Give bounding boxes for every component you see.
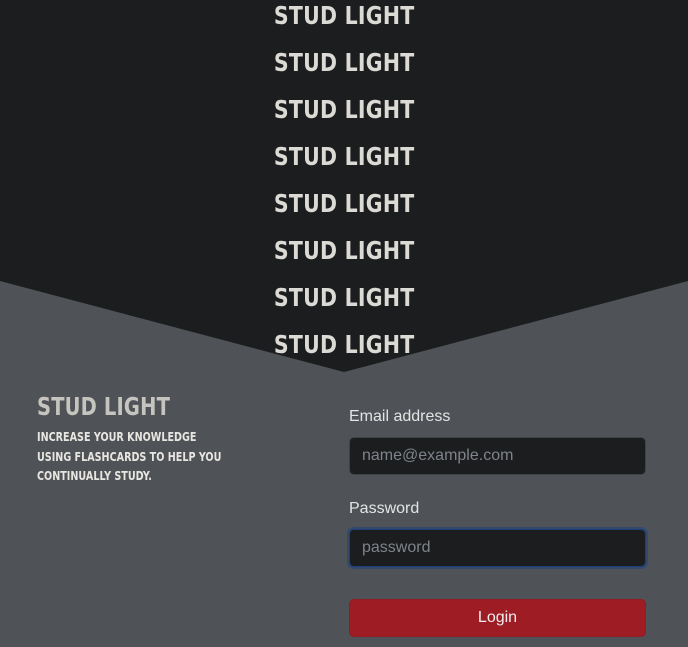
password-label: Password [349, 500, 420, 517]
hero-title-line: STUD LIGHT [273, 330, 415, 359]
brand-tagline: Increase your knowledge using flashcards… [37, 430, 222, 483]
hero-title-line: STUD LIGHT [273, 142, 415, 171]
hero-title-line: STUD LIGHT [273, 95, 415, 124]
hero-title-line: STUD LIGHT [273, 236, 415, 265]
hero-title-line: STUD LIGHT [273, 189, 415, 218]
brand-title: STUD LIGHT [37, 392, 171, 421]
email-label: Email address [349, 408, 451, 425]
email-field[interactable] [349, 437, 646, 475]
login-button[interactable]: Login [349, 599, 646, 637]
hero-banner: STUD LIGHT STUD LIGHT STUD LIGHT STUD LI… [0, 0, 688, 372]
brand-panel: STUD LIGHT Increase your knowledge using… [37, 392, 267, 487]
login-form: Email address Password Login [349, 405, 646, 637]
hero-title-line: STUD LIGHT [273, 48, 415, 77]
password-field[interactable] [349, 529, 646, 567]
hero-title-line: STUD LIGHT [273, 283, 415, 312]
hero-title-line: STUD LIGHT [273, 1, 415, 30]
